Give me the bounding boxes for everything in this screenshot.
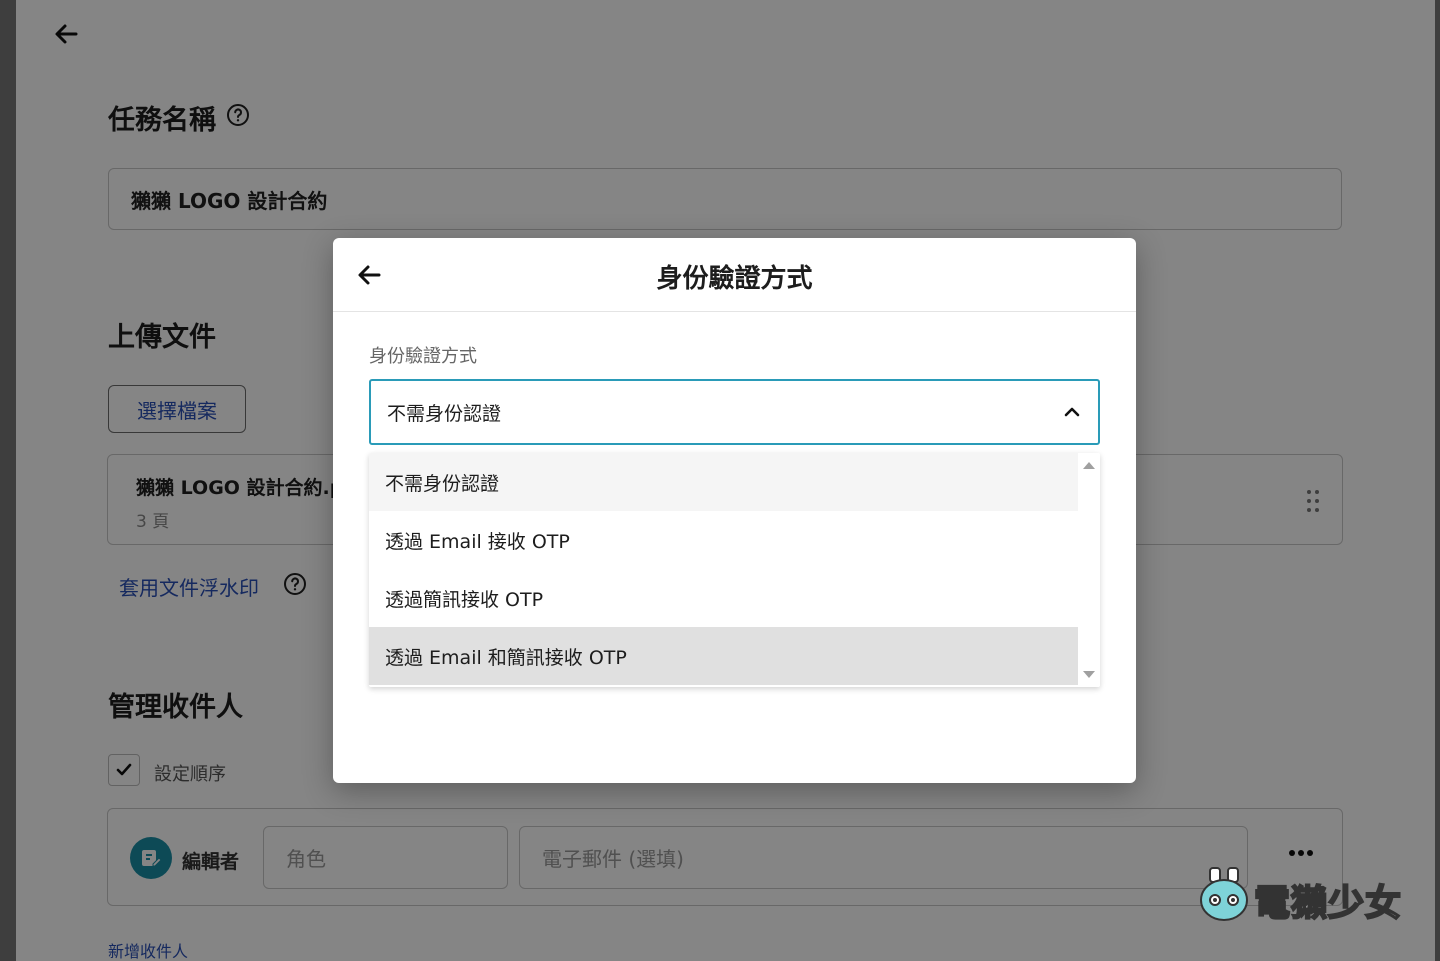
chevron-up-icon: [1064, 407, 1080, 417]
dropdown-scrollbar[interactable]: [1078, 453, 1100, 687]
option-email-sms-otp[interactable]: 透過 Email 和簡訊接收 OTP: [369, 627, 1078, 685]
watermark-text: 電獺少女: [1253, 882, 1403, 925]
modal-title: 身份驗證方式: [656, 264, 813, 294]
modal-header: 身份驗證方式: [333, 238, 1136, 312]
selected-value: 不需身份認證: [387, 402, 502, 425]
option-email-otp[interactable]: 透過 Email 接收 OTP: [369, 511, 1078, 569]
scroll-down-icon[interactable]: [1083, 671, 1095, 679]
auth-method-label: 身份驗證方式: [369, 346, 477, 367]
option-sms-otp[interactable]: 透過簡訊接收 OTP: [369, 569, 1078, 627]
scroll-up-icon[interactable]: [1083, 461, 1095, 469]
option-no-auth[interactable]: 不需身份認證: [369, 453, 1078, 511]
auth-method-select[interactable]: 不需身份認證: [369, 379, 1100, 445]
auth-method-dropdown: 不需身份認證 透過 Email 接收 OTP 透過簡訊接收 OTP 透過 Ema…: [369, 453, 1100, 687]
site-watermark: 電獺少女: [1198, 866, 1408, 926]
auth-method-modal: 身份驗證方式 身份驗證方式 不需身份認證 不需身份認證 透過 Email 接收 …: [333, 238, 1136, 783]
otter-mascot-icon: [1200, 867, 1248, 921]
